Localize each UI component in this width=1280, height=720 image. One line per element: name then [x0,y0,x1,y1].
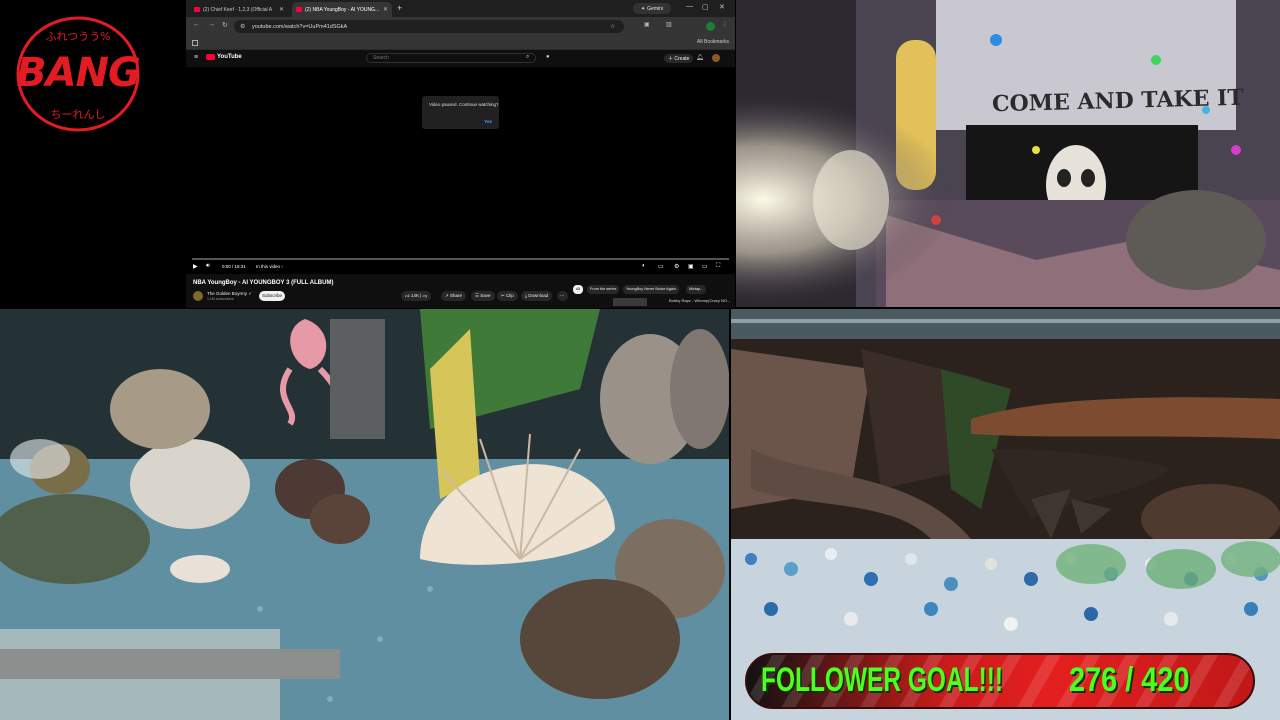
site-info-icon[interactable]: ⚙ [240,23,245,30]
channel-subscribers: 1.1M subscribers [207,297,234,301]
video-progress-bar[interactable] [192,258,729,260]
notifications-icon[interactable]: 🔔︎ [696,54,704,61]
continue-watching-dialog: Video paused. Continue watching? Yes [422,96,499,129]
channel-avatar[interactable] [193,291,203,301]
miniplayer-icon[interactable]: ▣ [688,263,694,270]
new-tab-icon[interactable]: + [397,3,402,13]
follower-goal-bar: FOLLOWER GOAL!!! 276 / 420 [745,653,1255,709]
tab-strip: (2) Chief Keef - 1,2,3 (Official A ✕ (2)… [186,0,735,17]
download-label: Download [528,293,549,298]
clip-label: Clip [506,293,514,298]
browser-window: (2) Chief Keef - 1,2,3 (Official A ✕ (2)… [186,0,735,308]
autoplay-toggle-icon[interactable]: ◐ [642,263,646,269]
logo-top-text: ふれつうう% [45,30,110,43]
bookmarks-bar: All Bookmarks [186,36,735,50]
youtube-header: ≡ YouTube Search ⌕ ● ＋ Create 🔔︎ [186,50,735,66]
follower-goal-count: 276 / 420 [1069,661,1190,699]
tab-label: (2) Chief Keef - 1,2,3 (Official A [203,6,273,13]
dialog-message: Video paused. Continue watching? [429,102,499,107]
channel-row: The Golden Boyrmy ✓ 1.1M subscribers Sub… [193,285,733,306]
recommended-thumbnail[interactable] [613,298,647,306]
youtube-favicon-icon [194,7,200,12]
tab-nba-youngboy[interactable]: (2) NBA YoungBoy - AI YOUNG... ✕ [292,2,392,17]
youtube-brand: YouTube [217,54,242,60]
extensions-icon[interactable]: ▣ [644,21,650,28]
maximize-icon[interactable]: ▢ [702,3,709,11]
url-field[interactable]: ⚙ youtube.com/watch?v=UuPm41dSGkA ☆ [234,20,624,33]
close-icon[interactable]: ✕ [383,6,388,13]
player-controls: ▶ 🔊︎ 0:00 / 18:31 In this video › ◐ ▭ ⚙ … [186,261,735,275]
bang-logo: ふれつうう% ちーれんし BANG [14,14,142,134]
youtube-logo[interactable]: YouTube [206,54,242,60]
more-actions-icon[interactable]: ⋯ [557,291,568,301]
reload-icon[interactable]: ↻ [222,21,228,29]
share-button[interactable]: ↗ Share [441,291,467,301]
fullscreen-icon[interactable]: ⛶ [716,263,720,270]
all-bookmarks-link[interactable]: All Bookmarks [697,39,729,45]
left-tank-camera-feed [0,309,729,720]
minimize-icon[interactable]: — [686,3,693,10]
like-count: 14K [410,293,419,298]
video-time: 0:00 / 18:31 [222,264,246,269]
left-tank-scene [0,309,729,720]
search-icon[interactable]: ⌕ [526,54,529,61]
logo-bottom-text: ちーれんし [51,108,106,121]
chip-from-series[interactable]: From the series [587,285,620,294]
subtitles-icon[interactable]: ▭ [658,263,664,270]
logo-word: BANG [16,50,141,96]
menu-dots-icon[interactable]: ⋮ [722,21,728,28]
close-icon[interactable]: ✕ [279,6,284,13]
hamburger-menu-icon[interactable]: ≡ [194,54,198,61]
window-close-icon[interactable]: ✕ [719,3,725,11]
tab-label: (2) NBA YoungBoy - AI YOUNG... [305,6,380,13]
youtube-play-icon [206,54,215,60]
clip-button[interactable]: ✂ Clip [497,291,518,301]
save-button[interactable]: ☰ Save [471,291,495,301]
room-scene [736,0,1280,307]
sparkle-icon: ✦ [640,5,646,12]
microphone-icon[interactable]: ● [546,54,550,60]
share-label: Share [450,293,463,298]
chip-mixtapes[interactable]: Mixtap... [686,285,707,294]
save-label: Save [480,293,491,298]
subscribe-button[interactable]: Subscribe [259,291,285,301]
theater-mode-icon[interactable]: ▭ [702,263,708,270]
in-this-video-link[interactable]: In this video › [256,264,283,269]
forward-icon[interactable]: → [208,21,215,28]
apps-grid-icon[interactable] [192,40,198,46]
create-button[interactable]: ＋ Create [664,54,694,63]
profile-avatar[interactable] [706,22,715,31]
gemini-button[interactable]: ✦ Gemini [633,3,671,14]
room-camera-feed: COME AND TAKE IT [736,0,1280,307]
account-avatar[interactable] [712,54,720,62]
follower-goal-label: FOLLOWER GOAL!!! [761,661,1004,699]
download-button[interactable]: ⤓ Download [521,291,553,301]
sidebar-icon[interactable]: ▥ [666,21,672,28]
address-bar-row: ← → ↻ ⚙ youtube.com/watch?v=UuPm41dSGkA … [186,17,735,36]
chip-youngboy[interactable]: YoungBoy Never Broke Again [623,285,679,294]
youtube-favicon-icon [296,7,302,12]
gemini-label: Gemini [647,5,664,12]
play-icon[interactable]: ▶ [193,263,198,270]
create-label: Create [674,56,690,62]
volume-icon[interactable]: 🔊︎ [206,263,210,270]
like-button[interactable]: 👍︎ 14K | 👎︎ [401,291,432,301]
recommended-title[interactable]: Bobby Rapz - Whomp(Crazy NO... [669,298,730,303]
chip-all[interactable]: All [573,285,584,294]
search-input[interactable]: Search [366,53,536,63]
settings-gear-icon[interactable]: ⚙ [674,263,679,270]
tab-chief-keef[interactable]: (2) Chief Keef - 1,2,3 (Official A ✕ [190,2,288,17]
url-text: youtube.com/watch?v=UuPm41dSGkA [252,23,348,30]
dialog-yes-button[interactable]: Yes [484,119,492,124]
bookmark-star-icon[interactable]: ☆ [610,23,615,30]
back-icon[interactable]: ← [193,21,200,28]
video-title: NBA YoungBoy - AI YOUNGBOY 3 (FULL ALBUM… [193,280,334,286]
